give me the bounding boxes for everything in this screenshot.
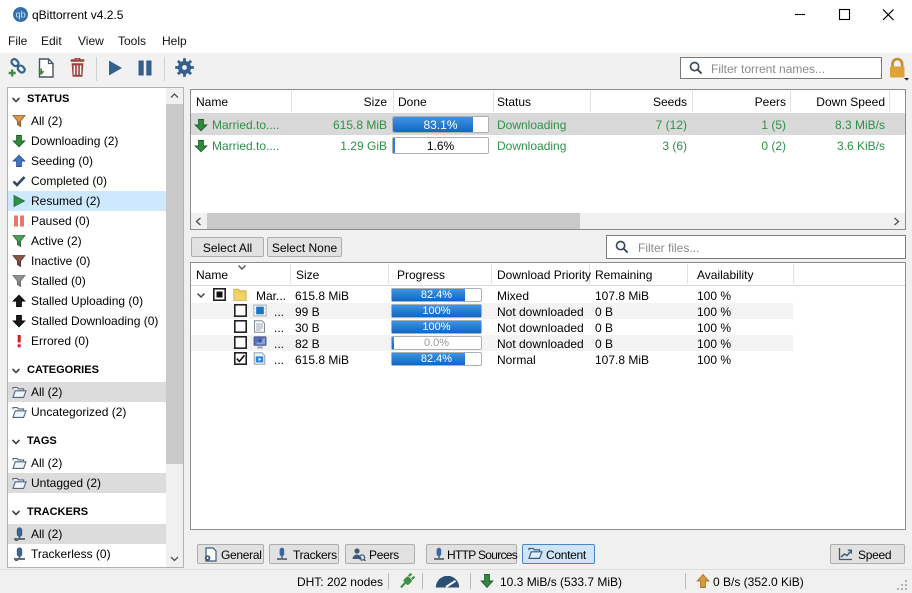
svg-text:qb: qb (16, 10, 26, 20)
